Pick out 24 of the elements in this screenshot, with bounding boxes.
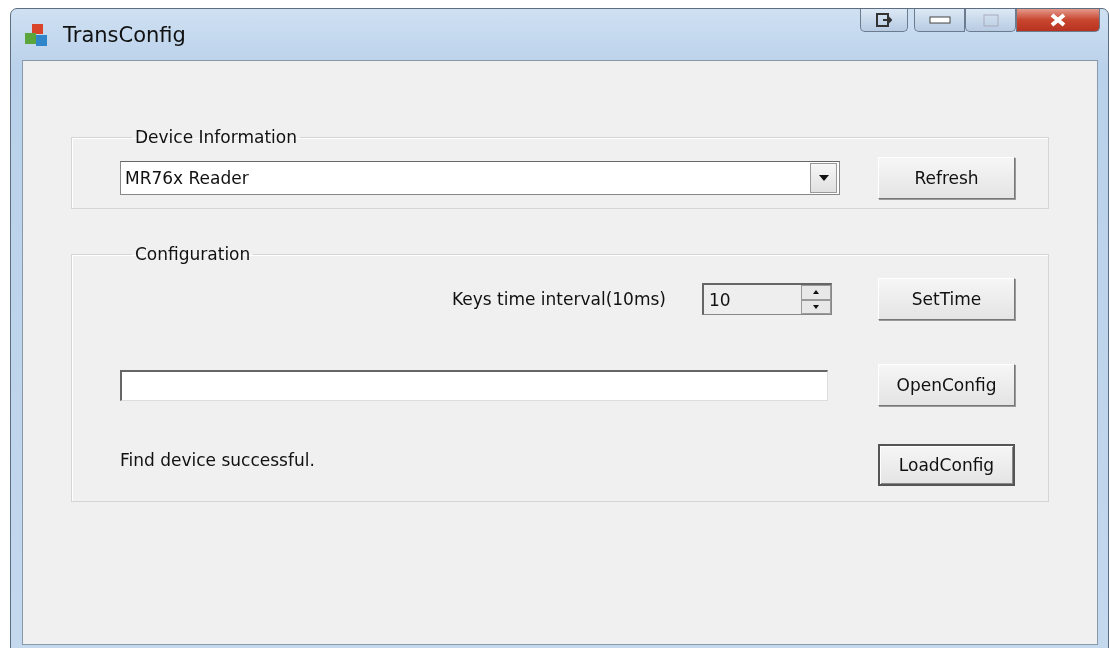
caret-icon (818, 175, 829, 181)
open-config-button[interactable]: OpenConfig (878, 364, 1015, 406)
interval-label: Keys time interval(10ms) (451, 289, 666, 309)
status-text: Find device successful. (120, 450, 315, 470)
app-icon (23, 23, 49, 47)
down-arrow-icon (813, 304, 819, 309)
group-title: Configuration (134, 244, 252, 264)
device-dropdown[interactable]: MR76x Reader (120, 161, 840, 195)
maximize-icon (982, 13, 999, 27)
config-path-field[interactable] (120, 369, 828, 401)
restore-button[interactable] (860, 9, 908, 32)
set-time-button[interactable]: SetTime (878, 278, 1015, 320)
interval-spinner[interactable]: 10 (702, 283, 832, 315)
refresh-button[interactable]: Refresh (878, 157, 1015, 199)
up-arrow-icon (813, 290, 819, 295)
close-button[interactable] (1016, 9, 1100, 32)
group-title: Device Information (134, 127, 298, 147)
window-title: TransConfig (63, 23, 186, 47)
load-config-button[interactable]: LoadConfig (878, 444, 1015, 486)
close-icon (1050, 13, 1066, 27)
maximize-button[interactable] (965, 9, 1016, 32)
minimize-button[interactable] (914, 9, 965, 32)
minimize-icon (928, 16, 951, 24)
window-icon (876, 13, 892, 27)
